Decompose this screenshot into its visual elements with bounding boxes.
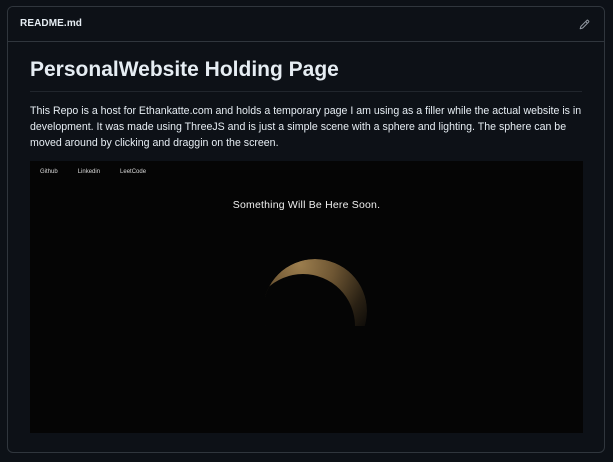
- lit-sphere: [265, 259, 367, 326]
- nav-link-leetcode[interactable]: LeetCode: [120, 169, 146, 175]
- sphere-canvas[interactable]: [265, 256, 375, 326]
- page-title: PersonalWebsite Holding Page: [30, 58, 339, 81]
- readme-filename: README.md: [20, 18, 83, 29]
- website-preview-image: Github Linkedin LeetCode Something Will …: [30, 161, 583, 433]
- nav-link-github[interactable]: Github: [40, 169, 58, 175]
- nav-link-linkedin[interactable]: Linkedin: [78, 169, 100, 175]
- preview-headline: Something Will Be Here Soon.: [232, 199, 381, 211]
- readme-container: README.md PersonalWebsite Holding Page T…: [7, 6, 605, 453]
- readme-header: README.md: [8, 7, 604, 42]
- description-paragraph: This Repo is a host for Ethankatte.com a…: [30, 105, 582, 149]
- title-divider: [30, 91, 582, 92]
- edit-button[interactable]: [576, 16, 592, 32]
- pencil-icon: [579, 19, 589, 29]
- preview-nav: Github Linkedin LeetCode: [40, 169, 166, 175]
